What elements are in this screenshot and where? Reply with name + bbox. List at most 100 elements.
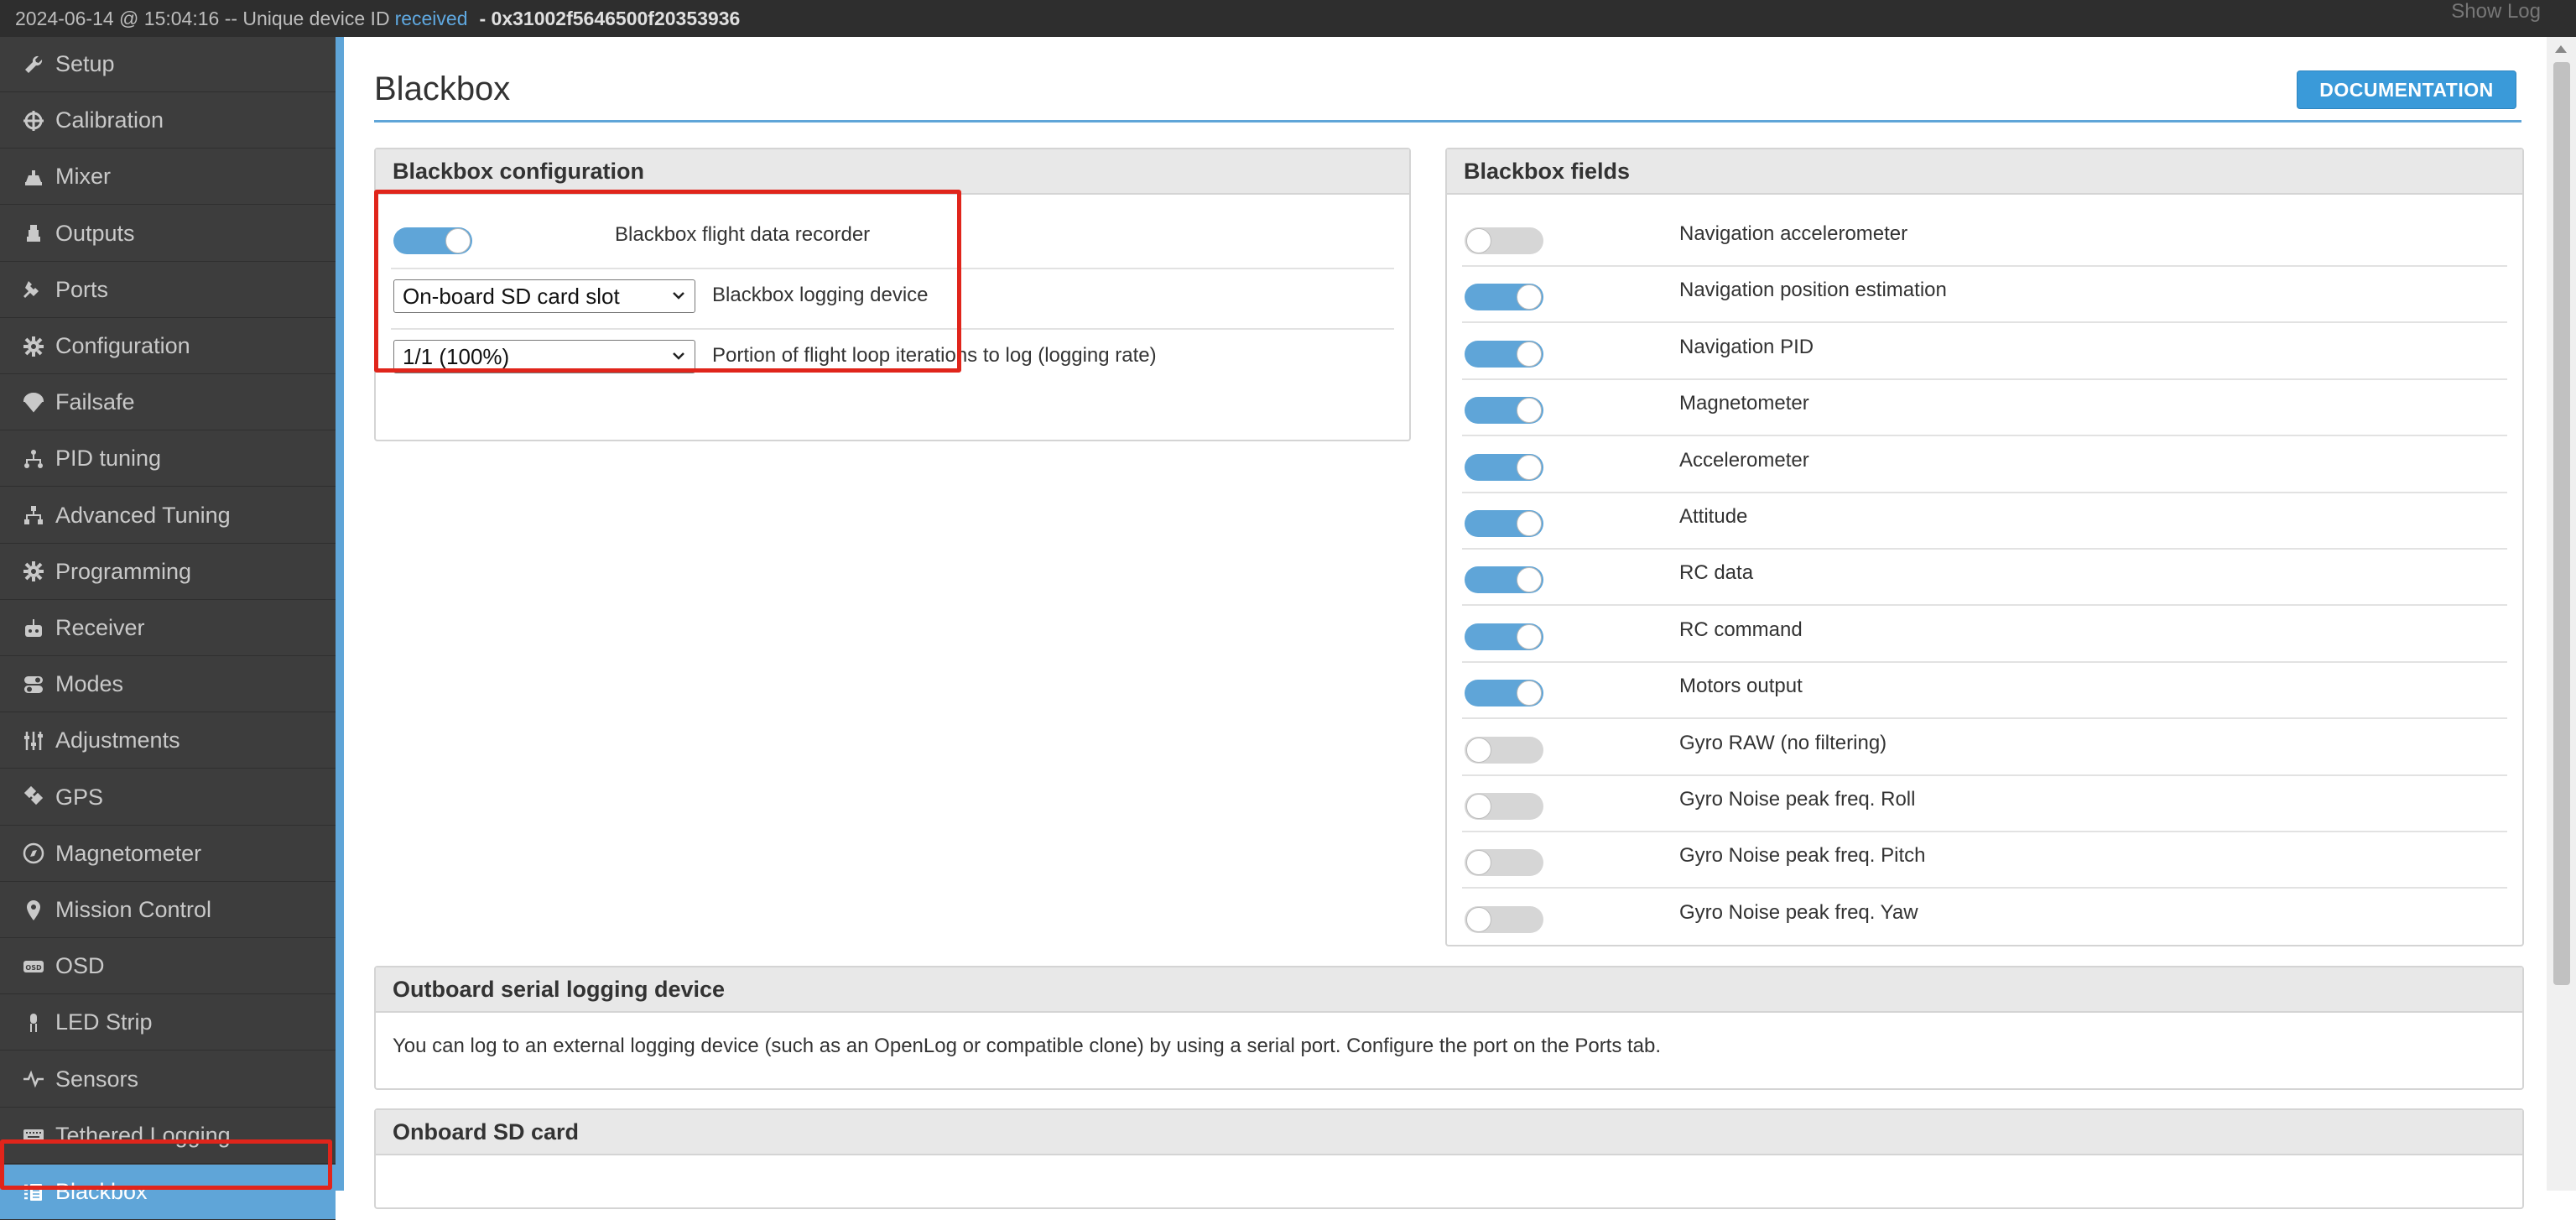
field-toggle[interactable] xyxy=(1465,905,1543,933)
map-pin-icon xyxy=(20,897,47,924)
config-highlight-box xyxy=(374,190,961,373)
outboard-panel-text: You can log to an external logging devic… xyxy=(393,1035,1662,1057)
field-label: Gyro Noise peak freq. Yaw xyxy=(1679,900,1918,924)
sidebar-item-mixer[interactable]: Mixer xyxy=(0,149,336,206)
scroll-up-arrow-icon[interactable] xyxy=(2555,45,2567,53)
receiver-icon xyxy=(20,615,47,642)
wrench-icon xyxy=(20,51,47,78)
toggle-knob xyxy=(1517,567,1542,593)
sidebar-item-led-strip[interactable]: LED Strip xyxy=(0,995,336,1051)
sidebar-item-outputs[interactable]: Outputs xyxy=(0,206,336,262)
row-divider xyxy=(1462,887,2507,889)
field-toggle[interactable] xyxy=(1465,793,1543,820)
crosshair-icon xyxy=(20,107,47,134)
field-label: Gyro Noise peak freq. Roll xyxy=(1679,788,1916,811)
sidebar-item-configuration[interactable]: Configuration xyxy=(0,319,336,374)
field-toggle[interactable] xyxy=(1465,566,1543,594)
field-toggle[interactable] xyxy=(1465,680,1543,707)
toggle-knob xyxy=(1466,228,1491,253)
page-title: Blackbox xyxy=(374,70,511,107)
field-toggle[interactable] xyxy=(1465,736,1543,764)
field-label: RC data xyxy=(1679,561,1754,585)
toggle-icon xyxy=(20,671,47,698)
sidebar-item-receiver[interactable]: Receiver xyxy=(0,601,336,656)
field-toggle[interactable] xyxy=(1465,340,1543,368)
sidebar-item-adjustments[interactable]: Adjustments xyxy=(0,713,336,769)
field-toggle[interactable] xyxy=(1465,227,1543,254)
row-divider xyxy=(1462,548,2507,550)
show-log-link[interactable]: Show Log xyxy=(2451,0,2541,23)
toggle-knob xyxy=(1517,454,1542,480)
osd-icon: OSD xyxy=(20,953,47,980)
sidebar-item-label: Configuration xyxy=(55,333,190,358)
field-toggle[interactable] xyxy=(1465,849,1543,877)
scrollbar[interactable] xyxy=(2547,37,2576,1191)
config-panel-title: Blackbox configuration xyxy=(376,149,1409,195)
row-divider xyxy=(1462,378,2507,380)
fields-panel-title: Blackbox fields xyxy=(1447,149,2522,195)
scroll-thumb[interactable] xyxy=(2553,62,2570,985)
sidebar-item-label: Programming xyxy=(55,558,192,584)
parachute-icon xyxy=(20,389,47,416)
sidebar-item-programming[interactable]: Programming xyxy=(0,545,336,600)
toggle-knob xyxy=(1517,623,1542,649)
sidebar-item-label: Calibration xyxy=(55,107,164,133)
field-label: Attitude xyxy=(1679,505,1748,528)
field-label: Motors output xyxy=(1679,675,1803,698)
row-divider xyxy=(1462,265,2507,267)
sidebar-item-label: Magnetometer xyxy=(55,840,202,866)
field-label: Magnetometer xyxy=(1679,392,1809,415)
gear-icon xyxy=(20,558,47,585)
field-label: RC command xyxy=(1679,618,1803,641)
sidebar-item-modes[interactable]: Modes xyxy=(0,657,336,713)
satellite-icon xyxy=(20,784,47,811)
row-divider xyxy=(1462,660,2507,663)
active-tab-highlight xyxy=(0,1139,332,1190)
sidebar-item-label: Sensors xyxy=(55,1066,139,1092)
sidebar-item-pid-tuning[interactable]: PID tuning xyxy=(0,431,336,487)
field-toggle[interactable] xyxy=(1465,284,1543,311)
field-label: Gyro Noise peak freq. Pitch xyxy=(1679,844,1926,868)
toggle-knob xyxy=(1517,284,1542,310)
toggle-knob xyxy=(1466,850,1491,876)
main-content: Blackbox DOCUMENTATION Blackbox configur… xyxy=(344,37,2547,1209)
sdcard-panel: Onboard SD card xyxy=(374,1108,2524,1209)
sidebar-item-label: Setup xyxy=(55,51,115,76)
documentation-button[interactable]: DOCUMENTATION xyxy=(2297,70,2516,109)
sidebar-accent-bar xyxy=(336,37,344,1191)
field-toggle[interactable] xyxy=(1465,510,1543,537)
sidebar-item-label: Failsafe xyxy=(55,389,135,415)
row-divider xyxy=(1462,435,2507,437)
sidebar-item-magnetometer[interactable]: Magnetometer xyxy=(0,826,336,882)
sidebar-item-label: Outputs xyxy=(55,220,135,246)
sidebar-item-calibration[interactable]: Calibration xyxy=(0,93,336,149)
sidebar-item-sensors[interactable]: Sensors xyxy=(0,1052,336,1108)
sidebar-item-osd[interactable]: OSD OSD xyxy=(0,939,336,995)
outboard-panel-title: Outboard serial logging device xyxy=(376,967,2522,1013)
sidebar-item-label: Receiver xyxy=(55,615,145,640)
sidebar-item-setup[interactable]: Setup xyxy=(0,37,336,92)
toggle-knob xyxy=(1466,794,1491,819)
field-toggle[interactable] xyxy=(1465,397,1543,425)
gear-icon xyxy=(20,333,47,360)
pulse-icon xyxy=(20,1066,47,1092)
status-timestamp: 2024-06-14 @ 15:04:16 -- Unique device I… xyxy=(15,7,390,29)
pid-icon xyxy=(20,446,47,472)
outputs-icon xyxy=(20,220,47,247)
sidebar-item-ports[interactable]: Ports xyxy=(0,263,336,318)
sidebar-item-failsafe[interactable]: Failsafe xyxy=(0,375,336,431)
status-bar: 2024-06-14 @ 15:04:16 -- Unique device I… xyxy=(0,0,2576,37)
sidebar-item-label: PID tuning xyxy=(55,446,162,472)
row-divider xyxy=(1462,321,2507,324)
field-label: Navigation accelerometer xyxy=(1679,222,1908,245)
sidebar-item-label: Modes xyxy=(55,671,124,697)
field-toggle[interactable] xyxy=(1465,623,1543,650)
sidebar-item-gps[interactable]: GPS xyxy=(0,770,336,826)
sidebar-item-label: Advanced Tuning xyxy=(55,502,231,528)
field-toggle[interactable] xyxy=(1465,453,1543,481)
sidebar-item-mission-control[interactable]: Mission Control xyxy=(0,883,336,938)
row-divider xyxy=(1462,491,2507,493)
field-label: Gyro RAW (no filtering) xyxy=(1679,731,1887,754)
sidebar-item-advanced-tuning[interactable]: Advanced Tuning xyxy=(0,488,336,544)
sdcard-panel-title: Onboard SD card xyxy=(376,1110,2522,1155)
